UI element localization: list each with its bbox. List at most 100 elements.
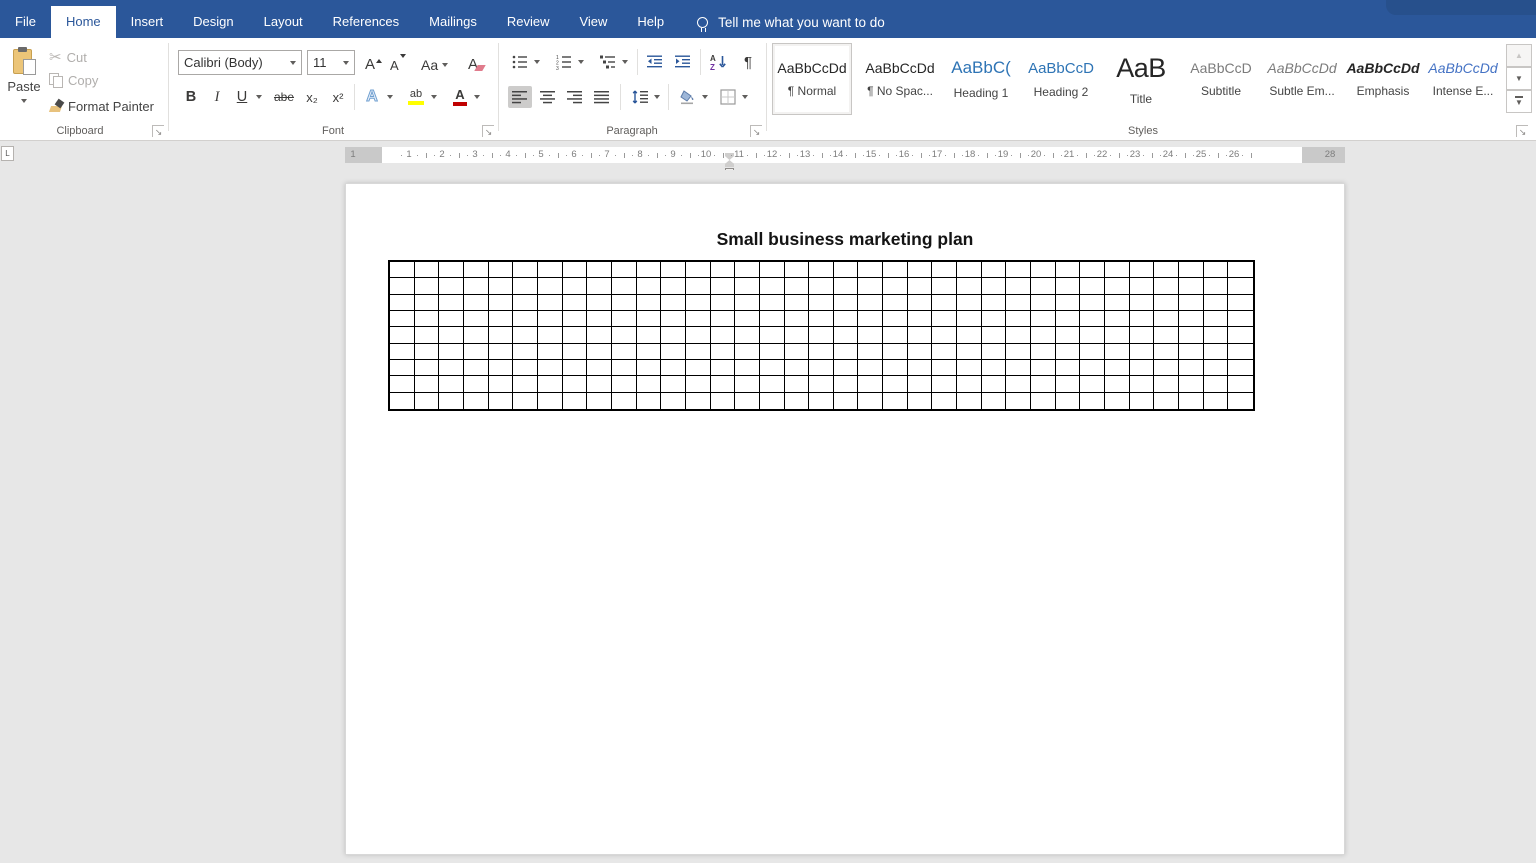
- table-cell[interactable]: [1056, 344, 1081, 360]
- table-cell[interactable]: [735, 311, 760, 327]
- superscript-button[interactable]: x²: [326, 86, 350, 108]
- text-highlight-dropdown[interactable]: [429, 86, 439, 108]
- table-cell[interactable]: [1179, 311, 1204, 327]
- table-cell[interactable]: [932, 344, 957, 360]
- table-cell[interactable]: [390, 376, 415, 392]
- table-cell[interactable]: [982, 344, 1007, 360]
- table-cell[interactable]: [785, 376, 810, 392]
- table-cell[interactable]: [637, 376, 662, 392]
- table-cell[interactable]: [390, 344, 415, 360]
- table-cell[interactable]: [1179, 295, 1204, 311]
- table-cell[interactable]: [464, 360, 489, 376]
- table-cell[interactable]: [686, 311, 711, 327]
- table-cell[interactable]: [1006, 295, 1031, 311]
- table-cell[interactable]: [809, 311, 834, 327]
- document-table[interactable]: [388, 260, 1255, 411]
- table-cell[interactable]: [415, 360, 440, 376]
- table-cell[interactable]: [785, 311, 810, 327]
- table-cell[interactable]: [785, 344, 810, 360]
- table-cell[interactable]: [957, 376, 982, 392]
- table-cell[interactable]: [760, 376, 785, 392]
- table-cell[interactable]: [513, 295, 538, 311]
- table-cell[interactable]: [538, 262, 563, 278]
- style-emphasis[interactable]: AaBbCcDd Emphasis: [1343, 43, 1423, 115]
- table-cell[interactable]: [957, 278, 982, 294]
- table-cell[interactable]: [957, 393, 982, 409]
- table-cell[interactable]: [1080, 295, 1105, 311]
- line-spacing-dropdown[interactable]: [652, 86, 662, 108]
- table-cell[interactable]: [464, 278, 489, 294]
- bullets-dropdown[interactable]: [532, 51, 542, 73]
- table-cell[interactable]: [538, 376, 563, 392]
- align-right-button[interactable]: [563, 86, 587, 108]
- table-cell[interactable]: [1130, 295, 1155, 311]
- table-cell[interactable]: [587, 360, 612, 376]
- table-cell[interactable]: [439, 344, 464, 360]
- table-cell[interactable]: [489, 295, 514, 311]
- table-cell[interactable]: [711, 327, 736, 343]
- sort-button[interactable]: A Z: [706, 51, 730, 73]
- multilevel-list-dropdown[interactable]: [620, 51, 630, 73]
- table-cell[interactable]: [686, 376, 711, 392]
- table-cell[interactable]: [883, 311, 908, 327]
- horizontal-ruler[interactable]: 1 28 12345678910111213141516171819202122…: [345, 147, 1345, 163]
- table-cell[interactable]: [513, 393, 538, 409]
- table-cell[interactable]: [415, 311, 440, 327]
- table-cell[interactable]: [1080, 376, 1105, 392]
- format-painter-button[interactable]: Format Painter: [46, 97, 157, 116]
- table-cell[interactable]: [612, 360, 637, 376]
- table-cell[interactable]: [1204, 262, 1229, 278]
- table-cell[interactable]: [982, 360, 1007, 376]
- table-cell[interactable]: [1154, 295, 1179, 311]
- table-cell[interactable]: [1179, 278, 1204, 294]
- table-cell[interactable]: [439, 311, 464, 327]
- table-cell[interactable]: [1105, 344, 1130, 360]
- table-cell[interactable]: [883, 278, 908, 294]
- table-cell[interactable]: [538, 360, 563, 376]
- table-cell[interactable]: [464, 311, 489, 327]
- table-cell[interactable]: [1006, 393, 1031, 409]
- table-cell[interactable]: [1105, 278, 1130, 294]
- table-cell[interactable]: [785, 327, 810, 343]
- table-cell[interactable]: [809, 295, 834, 311]
- table-cell[interactable]: [612, 295, 637, 311]
- table-cell[interactable]: [637, 262, 662, 278]
- table-cell[interactable]: [612, 327, 637, 343]
- table-cell[interactable]: [932, 262, 957, 278]
- table-cell[interactable]: [1204, 311, 1229, 327]
- table-cell[interactable]: [439, 376, 464, 392]
- table-cell[interactable]: [1105, 327, 1130, 343]
- table-cell[interactable]: [612, 278, 637, 294]
- table-cell[interactable]: [1228, 376, 1253, 392]
- tab-references[interactable]: References: [318, 6, 414, 38]
- strikethrough-button[interactable]: abe: [272, 86, 296, 108]
- table-cell[interactable]: [957, 311, 982, 327]
- table-cell[interactable]: [513, 262, 538, 278]
- line-spacing-button[interactable]: [628, 86, 652, 108]
- table-cell[interactable]: [858, 295, 883, 311]
- table-cell[interactable]: [415, 344, 440, 360]
- decrease-indent-button[interactable]: [643, 51, 667, 73]
- table-cell[interactable]: [513, 360, 538, 376]
- table-cell[interactable]: [760, 393, 785, 409]
- table-cell[interactable]: [439, 327, 464, 343]
- table-cell[interactable]: [785, 278, 810, 294]
- table-cell[interactable]: [982, 278, 1007, 294]
- table-cell[interactable]: [563, 262, 588, 278]
- table-cell[interactable]: [489, 360, 514, 376]
- table-cell[interactable]: [982, 376, 1007, 392]
- table-cell[interactable]: [883, 327, 908, 343]
- style-title[interactable]: AaB Title: [1101, 43, 1181, 115]
- table-cell[interactable]: [834, 360, 859, 376]
- table-cell[interactable]: [760, 278, 785, 294]
- table-cell[interactable]: [661, 278, 686, 294]
- table-cell[interactable]: [563, 393, 588, 409]
- table-cell[interactable]: [563, 376, 588, 392]
- table-cell[interactable]: [1179, 262, 1204, 278]
- italic-button[interactable]: I: [205, 86, 229, 108]
- table-cell[interactable]: [538, 311, 563, 327]
- table-cell[interactable]: [489, 311, 514, 327]
- table-cell[interactable]: [957, 327, 982, 343]
- table-cell[interactable]: [1031, 311, 1056, 327]
- table-cell[interactable]: [760, 327, 785, 343]
